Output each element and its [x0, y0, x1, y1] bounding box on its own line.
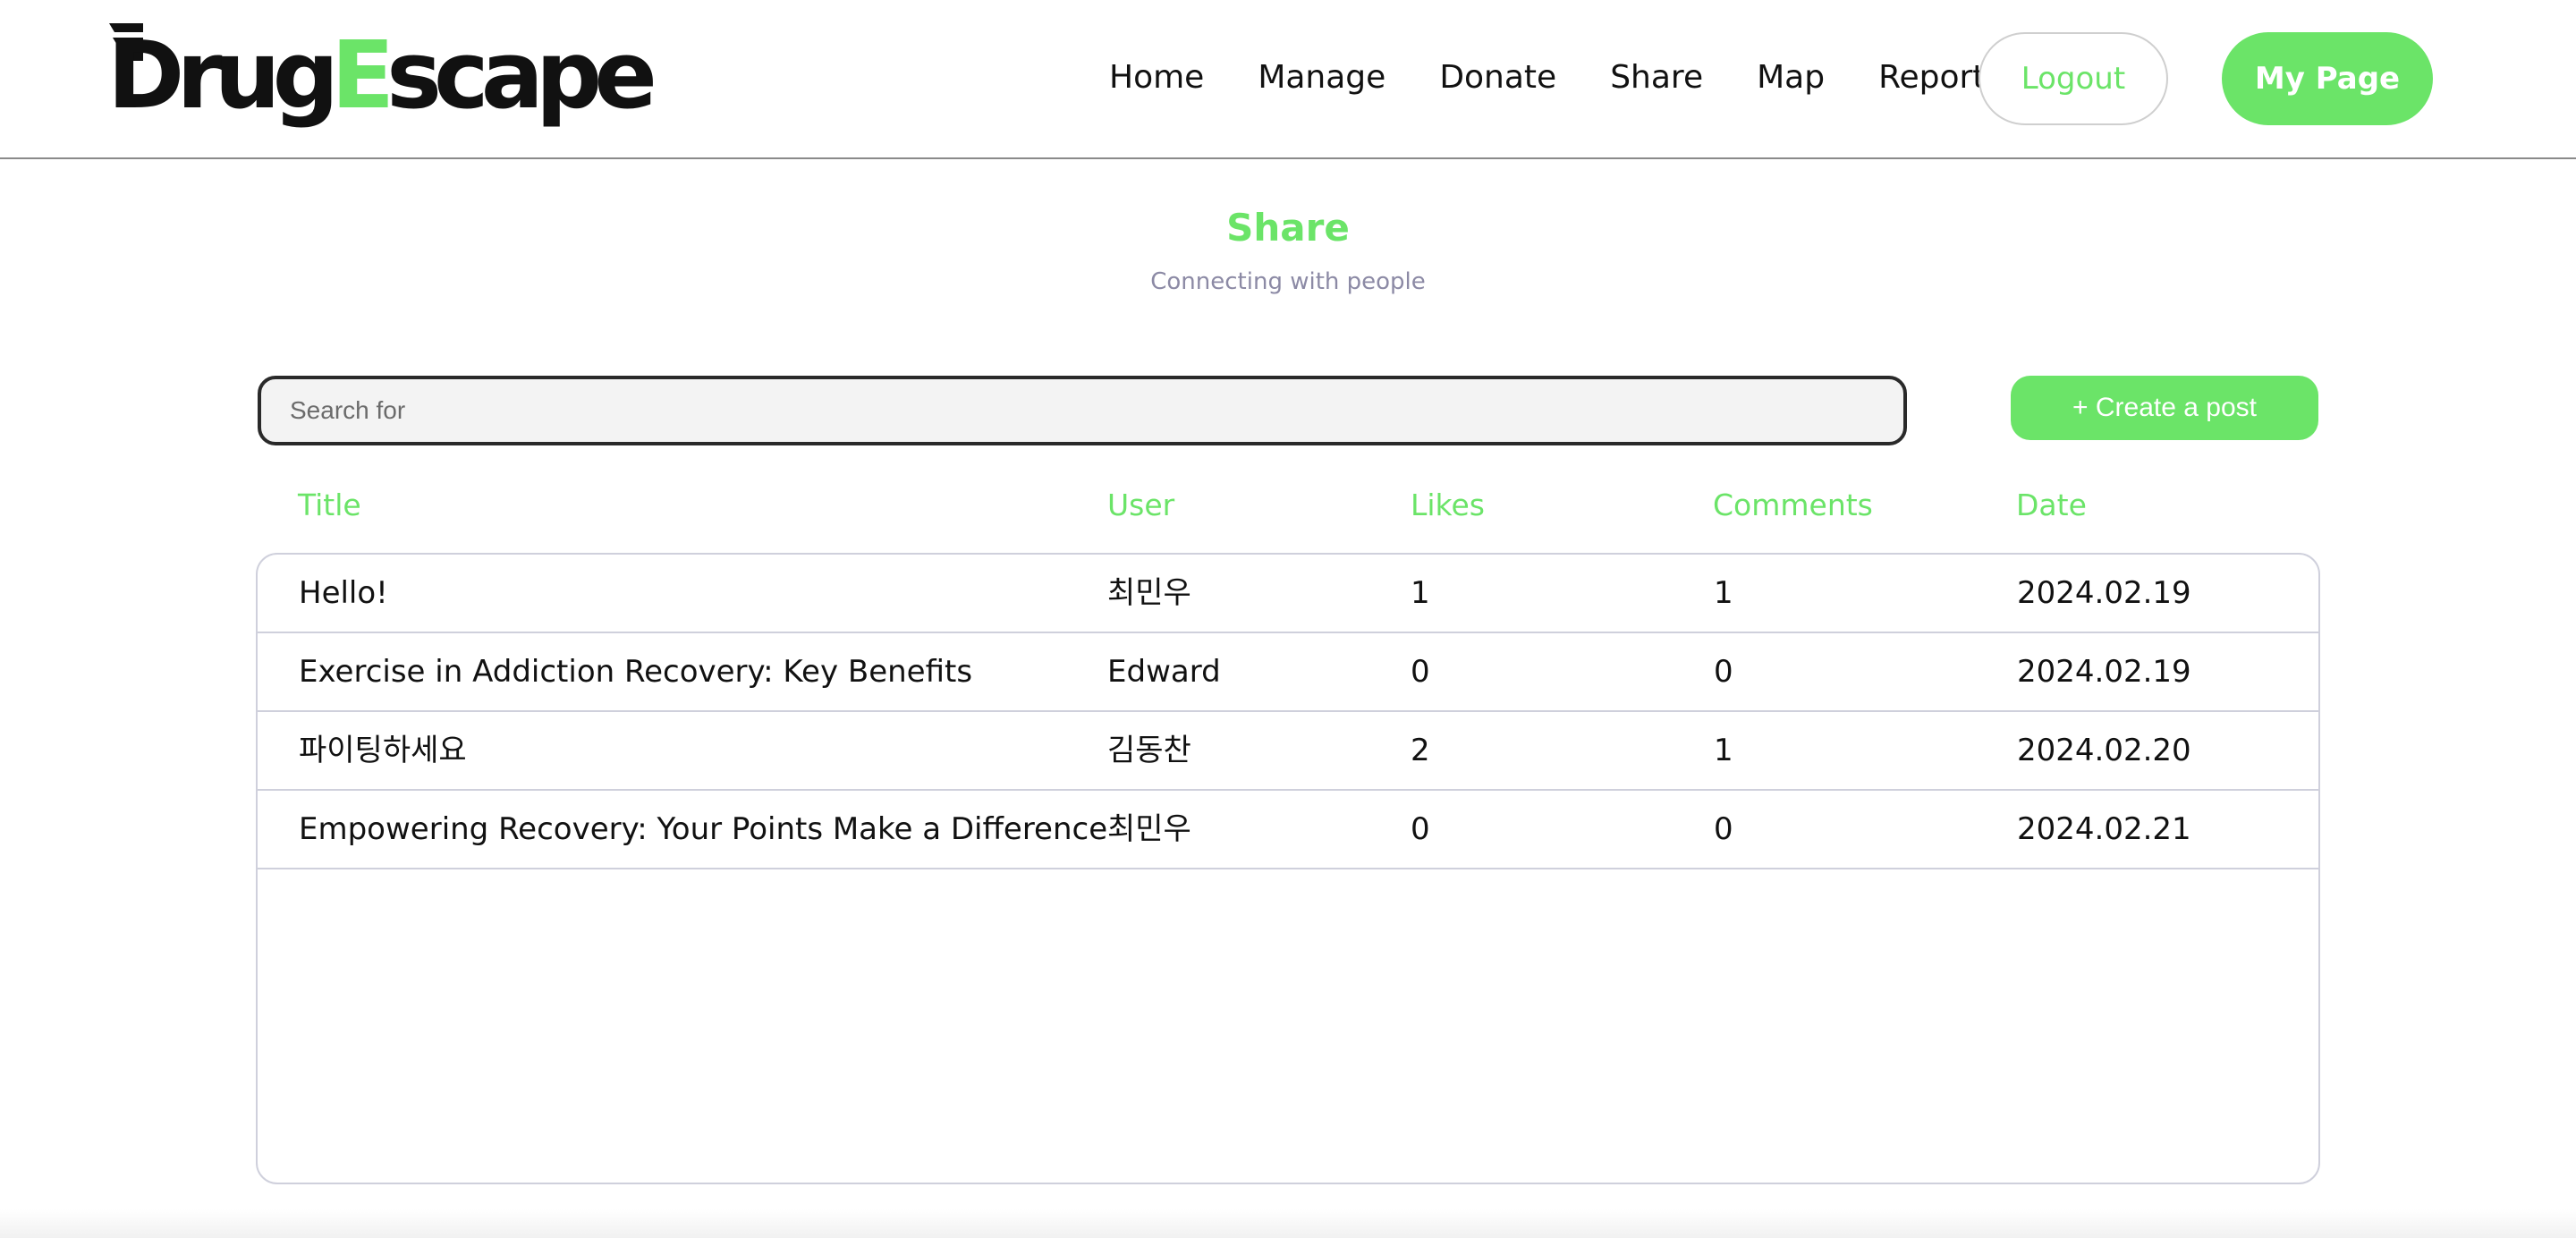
post-likes: 0 [1411, 654, 1430, 690]
post-comments: 0 [1714, 811, 1733, 847]
table-row[interactable]: Empowering Recovery: Your Points Make a … [258, 791, 2318, 869]
post-date: 2024.02.19 [2017, 575, 2191, 611]
post-user: 최민우 [1107, 575, 1191, 611]
column-header-likes: Likes [1411, 488, 1485, 522]
my-page-button[interactable]: My Page [2222, 32, 2433, 125]
column-header-date: Date [2016, 488, 2087, 522]
create-post-button[interactable]: + Create a post [2011, 376, 2318, 440]
main-nav: Home Manage Donate Share Map Report [1109, 0, 2038, 154]
post-user: 김동찬 [1107, 733, 1191, 768]
post-likes: 1 [1411, 575, 1430, 611]
nav-map[interactable]: Map [1757, 59, 1825, 96]
table-header: Title User Likes Comments Date [258, 474, 2318, 537]
post-title: 파이팅하세요 [299, 733, 467, 768]
logo-text-accent: E [331, 21, 394, 130]
logo-text: Drug Escape [107, 21, 657, 130]
nav-donate[interactable]: Donate [1439, 59, 1556, 96]
page-footer-shade [0, 1209, 2576, 1238]
post-comments: 1 [1714, 733, 1733, 768]
logout-button[interactable]: Logout [1979, 32, 2168, 125]
logo-text-part2: scape [386, 21, 657, 130]
post-likes: 2 [1411, 733, 1430, 768]
page-title: Share [1226, 206, 1350, 250]
post-title: Hello! [299, 575, 388, 611]
top-header: Drug Escape Home Manage Donate Share Map … [0, 0, 2576, 159]
logo-text-part1: Drug [107, 21, 339, 130]
table-row[interactable]: Hello! 최민우 1 1 2024.02.19 [258, 555, 2318, 633]
post-likes: 0 [1411, 811, 1430, 847]
page-subtitle: Connecting with people [1150, 268, 1426, 295]
nav-home[interactable]: Home [1109, 59, 1204, 96]
column-header-title: Title [298, 488, 361, 522]
post-comments: 1 [1714, 575, 1733, 611]
post-title: Empowering Recovery: Your Points Make a … [299, 811, 1108, 847]
post-date: 2024.02.21 [2017, 811, 2191, 847]
nav-report[interactable]: Report [1878, 59, 1985, 96]
column-header-user: User [1107, 488, 1175, 522]
nav-share[interactable]: Share [1610, 59, 1703, 96]
post-date: 2024.02.19 [2017, 654, 2191, 690]
drugescape-logo[interactable]: Drug Escape [107, 16, 657, 122]
nav-manage[interactable]: Manage [1258, 59, 1385, 96]
column-header-comments: Comments [1713, 488, 1873, 522]
table-row[interactable]: Exercise in Addiction Recovery: Key Bene… [258, 633, 2318, 712]
search-input[interactable] [258, 376, 1907, 445]
post-comments: 0 [1714, 654, 1733, 690]
post-user: Edward [1107, 654, 1221, 690]
post-user: 최민우 [1107, 811, 1191, 847]
post-title: Exercise in Addiction Recovery: Key Bene… [299, 654, 973, 690]
posts-table: Hello! 최민우 1 1 2024.02.19 Exercise in Ad… [256, 553, 2320, 1184]
post-date: 2024.02.20 [2017, 733, 2191, 768]
table-row[interactable]: 파이팅하세요 김동찬 2 1 2024.02.20 [258, 712, 2318, 791]
